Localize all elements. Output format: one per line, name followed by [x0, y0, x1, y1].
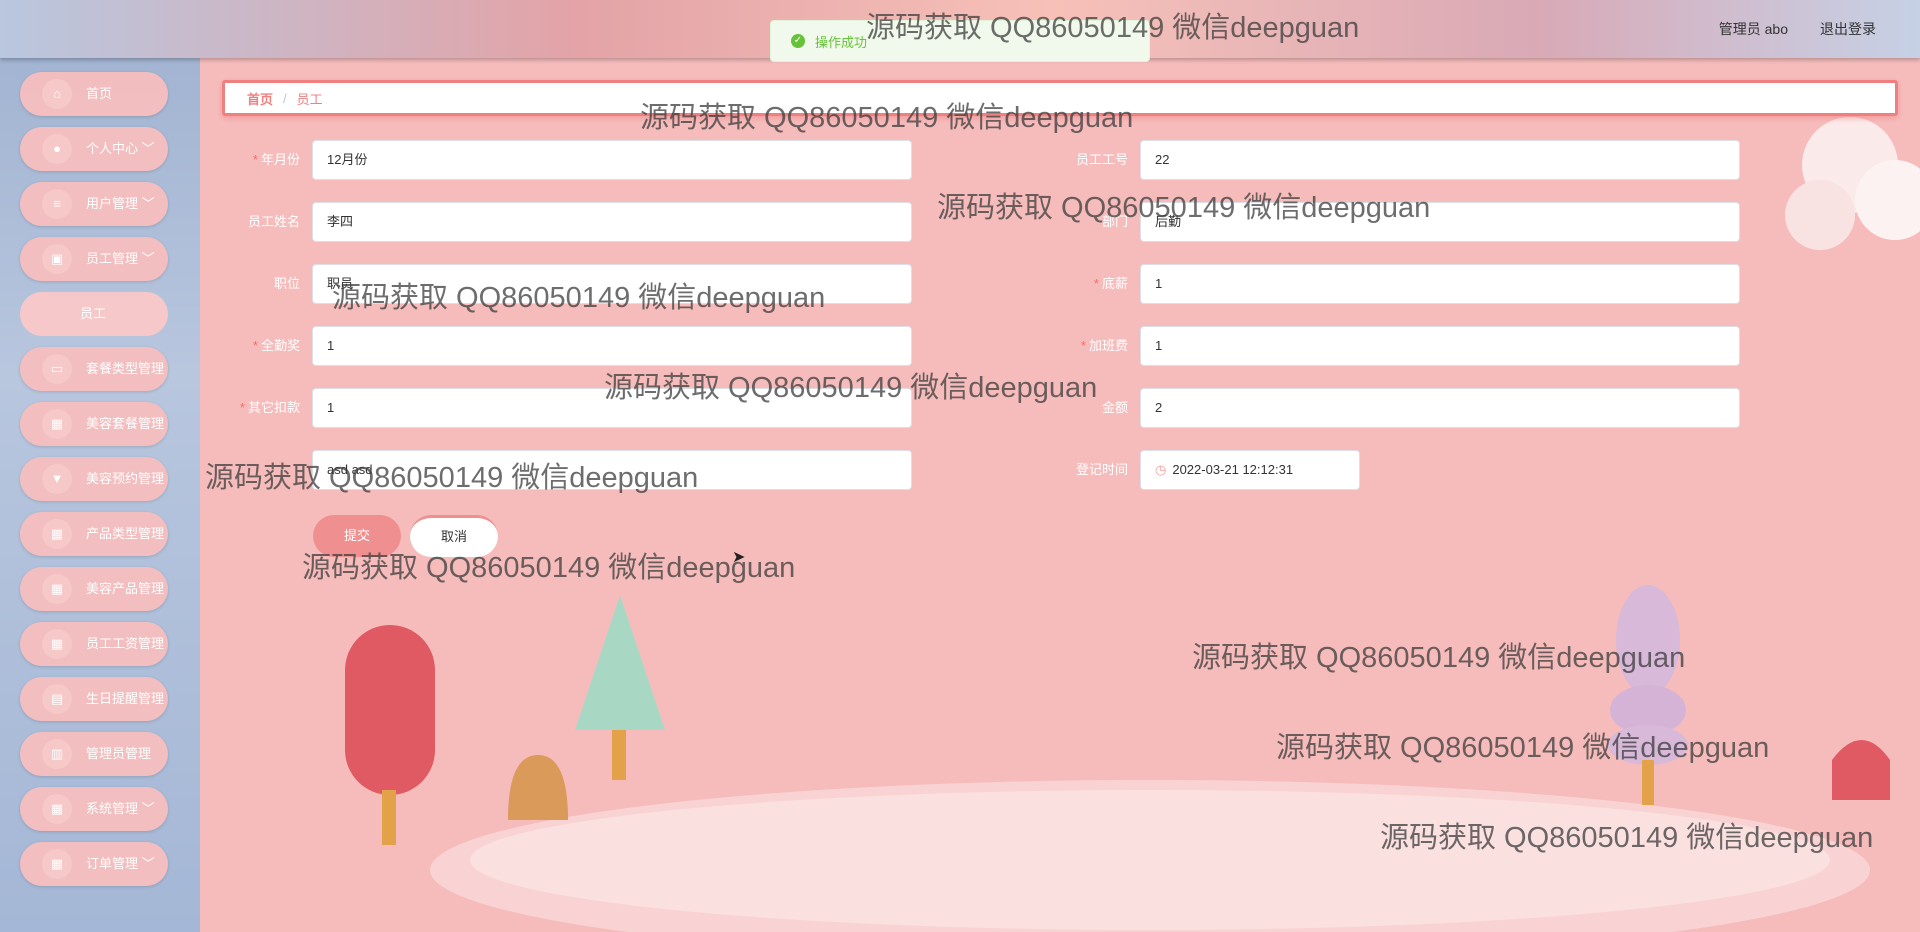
- sidebar-item-admin[interactable]: ▥ 管理员管理: [20, 732, 170, 776]
- sidebar-item-package-type[interactable]: ▭ 套餐类型管理: [20, 347, 170, 391]
- attendance-bonus-label: * 全勤奖: [252, 338, 300, 353]
- sidebar-item-label: 员工: [80, 306, 107, 321]
- menu-icon: ≡: [42, 189, 72, 219]
- sidebar-item-label: 订单管理: [86, 856, 139, 871]
- form-row-remark: asd asd: [222, 450, 912, 490]
- form-row-position: 职位 职员: [222, 264, 912, 304]
- form-row-emp-no: 员工工号 22: [1050, 140, 1740, 180]
- form-row-reg-time: 登记时间 ◷ 2022-03-21 12:12:31: [1050, 450, 1360, 490]
- emp-no-label: 员工工号: [1075, 152, 1128, 167]
- emp-name-input[interactable]: 李四: [312, 202, 912, 242]
- attendance-bonus-input[interactable]: 1: [312, 326, 912, 366]
- clock-icon: ◷: [1155, 462, 1167, 477]
- breadcrumb: 首页 / 员工: [222, 80, 1898, 116]
- remark-input[interactable]: asd asd: [312, 450, 912, 490]
- grid-icon: ▦: [42, 794, 72, 824]
- sidebar-item-beauty-product[interactable]: ▦ 美容产品管理: [20, 567, 170, 611]
- sidebar-item-system[interactable]: ▦ 系统管理 ﹀: [20, 787, 170, 831]
- sidebar-item-label: 美容预约管理: [86, 471, 165, 486]
- chevron-down-icon: ﹀: [138, 801, 155, 816]
- sidebar-item-label: 个人中心: [86, 141, 139, 156]
- reg-time-picker[interactable]: ◷ 2022-03-21 12:12:31: [1140, 450, 1360, 490]
- submit-button[interactable]: 提交: [313, 515, 401, 557]
- form-row-dept: 部门 后勤: [1050, 202, 1740, 242]
- breadcrumb-separator: /: [283, 90, 287, 106]
- sidebar-item-label: 生日提醒管理: [86, 691, 165, 706]
- sidebar-item-home[interactable]: ⌂ 首页: [20, 72, 170, 116]
- sidebar-item-beauty-package[interactable]: ▦ 美容套餐管理: [20, 402, 170, 446]
- reg-time-value: 2022-03-21 12:12:31: [1172, 462, 1294, 477]
- sidebar-item-label: 美容套餐管理: [86, 416, 165, 431]
- form-row-overtime: * 加班费 1: [1050, 326, 1740, 366]
- position-label: 职位: [273, 276, 300, 291]
- staff-icon: ▣: [42, 244, 72, 274]
- sidebar-item-label: 首页: [86, 86, 113, 101]
- current-user-label: 管理员 abo: [1718, 21, 1788, 37]
- mouse-cursor-icon: ➤: [732, 549, 746, 566]
- sidebar-item-label: 美容产品管理: [86, 581, 165, 596]
- grid-icon: ▦: [42, 409, 72, 439]
- monitor-icon: ▭: [42, 354, 72, 384]
- sidebar-menu: ⌂ 首页 ● 个人中心 ﹀ ≡ 用户管理 ﹀ ▣ 员工管理 ﹀ 员工 ▭ 套餐类…: [20, 72, 170, 897]
- toast-message: 操作成功: [815, 34, 868, 50]
- form-row-month: * 年月份 12月份: [222, 140, 912, 180]
- sidebar-item-label: 管理员管理: [86, 746, 152, 761]
- breadcrumb-current: 员工: [296, 91, 323, 107]
- logout-link[interactable]: 退出登录: [1820, 19, 1876, 39]
- form-row-attendance-bonus: * 全勤奖 1: [222, 326, 912, 366]
- sidebar-item-salary[interactable]: ▦ 员工工资管理: [20, 622, 170, 666]
- reg-time-label: 登记时间: [1075, 462, 1128, 477]
- form-row-emp-name: 员工姓名 李四: [222, 202, 912, 242]
- chevron-down-icon: ﹀: [138, 251, 155, 266]
- user-icon: ●: [42, 134, 72, 164]
- dept-label: 部门: [1101, 214, 1128, 229]
- base-salary-input[interactable]: 1: [1140, 264, 1740, 304]
- sidebar-item-label: 产品类型管理: [86, 526, 165, 541]
- deduction-label: * 其它扣款: [239, 400, 300, 415]
- sidebar-item-orders[interactable]: ▦ 订单管理 ﹀: [20, 842, 170, 886]
- sidebar-item-label: 系统管理: [86, 801, 139, 816]
- chevron-down-icon: ﹀: [138, 856, 155, 871]
- overtime-label: * 加班费: [1080, 338, 1128, 353]
- amount-label: 金额: [1101, 400, 1128, 415]
- check-circle-icon: ✓: [791, 34, 805, 48]
- form-row-amount: 金额 2: [1050, 388, 1740, 428]
- sidebar-item-beauty-booking[interactable]: ▼ 美容预约管理: [20, 457, 170, 501]
- doc-icon: ▥: [42, 739, 72, 769]
- grid-icon: ▦: [42, 519, 72, 549]
- sidebar-item-label: 套餐类型管理: [86, 361, 165, 376]
- calendar-icon: ▤: [42, 684, 72, 714]
- deduction-input[interactable]: 1: [312, 388, 912, 428]
- grid-icon: ▦: [42, 574, 72, 604]
- amount-input[interactable]: 2: [1140, 388, 1740, 428]
- cancel-button[interactable]: 取消: [410, 515, 498, 557]
- emp-name-label: 员工姓名: [247, 214, 300, 229]
- sidebar-item-label: 员工管理: [86, 251, 139, 266]
- grid-icon: ▦: [42, 849, 72, 879]
- overtime-input[interactable]: 1: [1140, 326, 1740, 366]
- chevron-down-icon: ﹀: [138, 141, 155, 156]
- dept-input[interactable]: 后勤: [1140, 202, 1740, 242]
- grid-icon: ▦: [42, 629, 72, 659]
- sidebar-item-user-management[interactable]: ≡ 用户管理 ﹀: [20, 182, 170, 226]
- home-icon: ⌂: [42, 79, 72, 109]
- success-toast: ✓ 操作成功: [770, 20, 1150, 62]
- form-row-deduction: * 其它扣款 1: [222, 388, 912, 428]
- base-salary-label: * 底薪: [1093, 276, 1128, 291]
- sidebar-item-personal-center[interactable]: ● 个人中心 ﹀: [20, 127, 170, 171]
- emp-no-input[interactable]: 22: [1140, 140, 1740, 180]
- month-label: * 年月份: [252, 152, 300, 167]
- chevron-down-icon: ﹀: [138, 196, 155, 211]
- position-input[interactable]: 职员: [312, 264, 912, 304]
- pin-icon: ▼: [42, 464, 72, 494]
- month-input[interactable]: 12月份: [312, 140, 912, 180]
- sidebar-subitem-staff[interactable]: 员工: [20, 292, 170, 336]
- sidebar-item-product-type[interactable]: ▦ 产品类型管理: [20, 512, 170, 556]
- form-row-base-salary: * 底薪 1: [1050, 264, 1740, 304]
- sidebar-item-staff-management[interactable]: ▣ 员工管理 ﹀: [20, 237, 170, 281]
- breadcrumb-home[interactable]: 首页: [247, 89, 273, 108]
- sidebar-item-label: 用户管理: [86, 196, 139, 211]
- sidebar-item-label: 员工工资管理: [86, 636, 165, 651]
- sidebar-item-birthday[interactable]: ▤ 生日提醒管理: [20, 677, 170, 721]
